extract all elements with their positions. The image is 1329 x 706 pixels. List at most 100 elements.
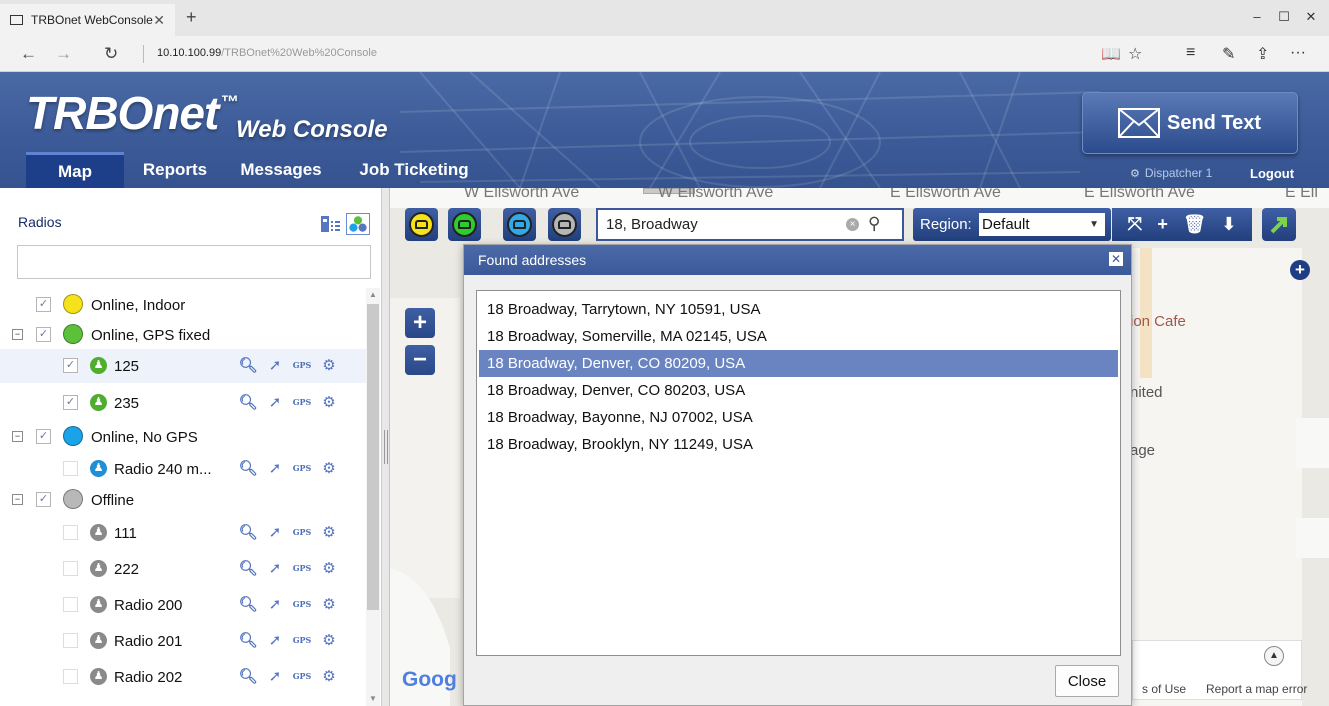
menu-map[interactable]: Map	[26, 152, 124, 188]
group-checkbox[interactable]: ✓	[36, 492, 51, 507]
settings-gear-icon[interactable]: ⚙	[319, 630, 339, 650]
expand-up-icon[interactable]: ▲	[1264, 646, 1284, 666]
locate-icon[interactable]: 🔍︎	[238, 522, 258, 542]
gps-icon[interactable]: GPS	[292, 392, 312, 412]
locate-icon[interactable]: 🔍︎	[238, 355, 258, 375]
go-to-icon[interactable]: ➚	[265, 522, 285, 542]
radio-row-125[interactable]: ✓ ♟ 125 🔍︎ ➚ GPS ⚙	[0, 349, 366, 383]
minimize-button[interactable]: –	[1247, 9, 1267, 24]
zoom-in-button[interactable]: +	[405, 308, 435, 338]
radio-checkbox[interactable]	[63, 597, 78, 612]
radio-row-235[interactable]: ✓ ♟ 235 🔍︎ ➚ GPS ⚙	[0, 386, 366, 420]
go-to-location-button[interactable]	[1262, 208, 1296, 241]
go-to-icon[interactable]: ➚	[265, 558, 285, 578]
zoom-out-button[interactable]: −	[405, 345, 435, 375]
address-item[interactable]: 18 Broadway, Somerville, MA 02145, USA	[479, 323, 1118, 350]
gps-icon[interactable]: GPS	[292, 458, 312, 478]
gps-icon[interactable]: GPS	[292, 594, 312, 614]
group-view-icon[interactable]	[346, 213, 370, 235]
report-map-error-link[interactable]: Report a map error	[1206, 682, 1307, 696]
gps-icon[interactable]: GPS	[292, 558, 312, 578]
radio-row-240[interactable]: ♟ Radio 240 m... 🔍︎ ➚ GPS ⚙	[0, 452, 366, 486]
clear-search-icon[interactable]: ×	[846, 218, 859, 231]
gps-icon[interactable]: GPS	[292, 355, 312, 375]
radio-checkbox[interactable]: ✓	[63, 395, 78, 410]
locate-icon[interactable]: 🔍︎	[238, 392, 258, 412]
menu-messages[interactable]: Messages	[226, 152, 336, 188]
panel-splitter[interactable]	[382, 188, 390, 706]
radio-row-200[interactable]: ♟ Radio 200 🔍︎ ➚ GPS ⚙	[0, 588, 366, 622]
refresh-button[interactable]: ↻	[104, 44, 118, 64]
scroll-up-icon[interactable]: ▲	[369, 290, 377, 299]
maximize-button[interactable]: ☐	[1274, 9, 1294, 25]
radio-row-111[interactable]: ♟ 111 🔍︎ ➚ GPS ⚙	[0, 516, 366, 550]
gps-icon[interactable]: GPS	[292, 666, 312, 686]
menu-reports[interactable]: Reports	[130, 152, 220, 188]
terms-link[interactable]: s of Use	[1142, 682, 1186, 696]
gps-icon[interactable]: GPS	[292, 630, 312, 650]
scroll-down-icon[interactable]: ▼	[369, 694, 377, 703]
web-note-icon[interactable]: ✎	[1222, 44, 1235, 64]
more-icon[interactable]: ···	[1290, 44, 1306, 62]
back-button[interactable]: ←	[20, 44, 37, 64]
logout-link[interactable]: Logout	[1250, 166, 1294, 181]
address-search-input[interactable]	[598, 210, 838, 239]
settings-gear-icon[interactable]: ⚙	[319, 392, 339, 412]
tab-close-icon[interactable]: ✕	[153, 12, 165, 29]
list-view-icon[interactable]	[318, 213, 342, 235]
filter-offline-button[interactable]	[548, 208, 581, 241]
radio-checkbox[interactable]: ✓	[63, 358, 78, 373]
delete-icon[interactable]: 🗑︎	[1183, 214, 1206, 235]
radios-scrollbar[interactable]: ▲ ▼	[366, 288, 380, 706]
group-row-online-gps-fixed[interactable]: − ✓ Online, GPS fixed	[0, 318, 366, 352]
share-icon[interactable]: ⇪	[1256, 44, 1269, 64]
radio-checkbox[interactable]	[63, 461, 78, 476]
go-to-icon[interactable]: ➚	[265, 594, 285, 614]
radio-row-201[interactable]: ♟ Radio 201 🔍︎ ➚ GPS ⚙	[0, 624, 366, 658]
group-checkbox[interactable]: ✓	[36, 327, 51, 342]
radio-checkbox[interactable]	[63, 669, 78, 684]
splitter-grip[interactable]	[384, 430, 388, 464]
radios-filter-input[interactable]	[17, 245, 371, 279]
address-item[interactable]: 18 Broadway, Tarrytown, NY 10591, USA	[479, 296, 1118, 323]
download-icon[interactable]: ⬇	[1221, 214, 1236, 235]
radio-checkbox[interactable]	[63, 633, 78, 648]
collapse-icon[interactable]: −	[12, 494, 23, 505]
url-field[interactable]: 10.10.100.99/TRBOnet%20Web%20Console	[157, 47, 377, 59]
address-item-selected[interactable]: 18 Broadway, Denver, CO 80209, USA	[479, 350, 1118, 377]
collapse-icon[interactable]: −	[12, 329, 23, 340]
radio-checkbox[interactable]	[63, 525, 78, 540]
new-tab-button[interactable]: +	[186, 7, 197, 28]
window-close-button[interactable]: ✕	[1301, 9, 1321, 25]
locate-icon[interactable]: 🔍︎	[238, 558, 258, 578]
locate-icon[interactable]: 🔍︎	[238, 458, 258, 478]
settings-gear-icon[interactable]: ⚙	[319, 666, 339, 686]
hub-icon[interactable]: ≡	[1186, 44, 1195, 62]
reading-view-icon[interactable]: 📖	[1101, 44, 1121, 64]
gps-icon[interactable]: GPS	[292, 522, 312, 542]
search-icon[interactable]: ⚲	[868, 214, 880, 234]
go-to-icon[interactable]: ➚	[265, 666, 285, 686]
send-text-button[interactable]: Send Text	[1082, 92, 1298, 154]
forward-button[interactable]: →	[55, 44, 72, 64]
radio-checkbox[interactable]	[63, 561, 78, 576]
collapse-icon[interactable]: −	[12, 431, 23, 442]
group-row-offline[interactable]: − ✓ Offline	[0, 483, 366, 517]
group-row-online-indoor[interactable]: ✓ Online, Indoor	[0, 288, 366, 322]
address-item[interactable]: 18 Broadway, Brooklyn, NY 11249, USA	[479, 431, 1118, 458]
group-checkbox[interactable]: ✓	[36, 429, 51, 444]
group-row-online-no-gps[interactable]: − ✓ Online, No GPS	[0, 420, 366, 454]
go-to-icon[interactable]: ➚	[265, 630, 285, 650]
go-to-icon[interactable]: ➚	[265, 355, 285, 375]
settings-gear-icon[interactable]: ⚙	[319, 355, 339, 375]
group-checkbox[interactable]: ✓	[36, 297, 51, 312]
menu-job-ticketing[interactable]: Job Ticketing	[344, 152, 484, 188]
filter-indoor-button[interactable]	[405, 208, 438, 241]
address-item[interactable]: 18 Broadway, Bayonne, NJ 07002, USA	[479, 404, 1118, 431]
settings-gear-icon[interactable]: ⚙	[319, 522, 339, 542]
favorites-icon[interactable]: ☆	[1128, 44, 1142, 64]
locate-icon[interactable]: 🔍︎	[238, 630, 258, 650]
scroll-thumb[interactable]	[367, 304, 379, 610]
dialog-close-icon[interactable]: ✕	[1109, 252, 1123, 266]
browser-tab[interactable]: TRBOnet WebConsole ✕	[0, 4, 175, 36]
